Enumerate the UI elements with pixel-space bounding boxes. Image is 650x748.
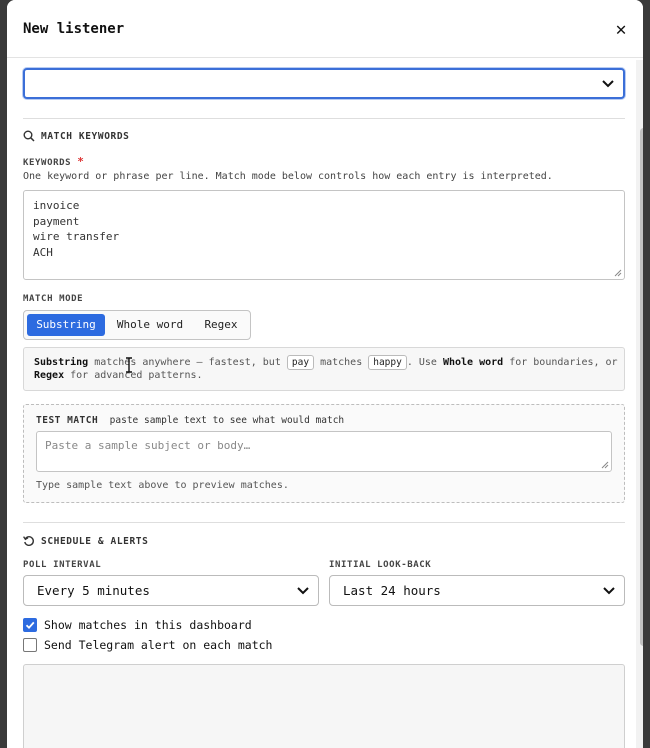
test-match-title: TEST MATCH paste sample text to see what…: [36, 415, 345, 426]
show-dashboard-checkbox[interactable]: [23, 618, 37, 632]
info-line-1: Substring matches anywhere — fastest, bu…: [34, 355, 618, 370]
match-mode-substring[interactable]: Substring: [27, 314, 105, 336]
close-icon[interactable]: ✕: [611, 20, 631, 40]
match-mode-segmented: Substring Whole word Regex: [23, 310, 251, 340]
test-match-hint: Type sample text above to preview matche…: [36, 480, 289, 491]
keyword-line: payment: [33, 214, 80, 228]
refresh-icon: [23, 536, 34, 546]
info-line-2: Regex for advanced patterns.: [34, 370, 203, 381]
chevron-down-icon: [297, 586, 309, 594]
keyword-line: wire transfer: [33, 230, 120, 243]
telegram-alert-label: Send Telegram alert on each match: [44, 638, 273, 652]
chevron-down-icon: [602, 79, 614, 87]
chevron-down-icon: [603, 586, 615, 594]
checkmark-icon: [25, 621, 35, 630]
test-match-input[interactable]: Paste a sample subject or body…: [36, 431, 612, 472]
poll-interval-value: Every 5 minutes: [37, 583, 150, 598]
initial-lookback-value: Last 24 hours: [343, 583, 441, 598]
initial-lookback-select[interactable]: Last 24 hours: [329, 575, 625, 606]
telegram-alert-checkbox[interactable]: [23, 638, 37, 652]
mailbox-select[interactable]: [23, 68, 625, 99]
resize-handle-icon[interactable]: [601, 461, 609, 469]
keywords-help: One keyword or phrase per line. Match mo…: [23, 171, 553, 182]
match-mode-info: Substring matches anywhere — fastest, bu…: [23, 347, 625, 391]
match-mode-regex[interactable]: Regex: [195, 314, 247, 336]
modal-header: New listener ✕: [7, 0, 643, 58]
poll-interval-label: POLL INTERVAL: [23, 560, 102, 570]
keyword-line: invoice: [33, 199, 80, 212]
show-dashboard-label: Show matches in this dashboard: [44, 618, 252, 632]
keywords-textarea[interactable]: invoice payment wire transfer ACH: [23, 190, 625, 280]
code-chip: pay: [286, 355, 315, 370]
divider: [23, 522, 625, 523]
test-match-panel: TEST MATCH paste sample text to see what…: [23, 404, 625, 503]
match-mode-whole-word[interactable]: Whole word: [109, 314, 191, 336]
code-chip: happy: [368, 355, 407, 370]
resize-handle-icon[interactable]: [614, 269, 622, 277]
new-listener-modal: New listener ✕ MAILBOX * MATCH KEYWORDS …: [7, 0, 643, 748]
modal-title: New listener: [23, 21, 125, 37]
scrollbar-thumb[interactable]: [640, 128, 643, 646]
bottom-panel: [23, 664, 625, 748]
match-mode-label: MATCH MODE: [23, 294, 84, 304]
divider: [23, 118, 625, 119]
keywords-label: KEYWORDS *: [23, 155, 85, 168]
keyword-line: ACH: [33, 245, 53, 259]
search-icon: [23, 130, 35, 142]
poll-interval-select[interactable]: Every 5 minutes: [23, 575, 319, 606]
initial-lookback-label: INITIAL LOOK-BACK: [329, 560, 432, 570]
test-match-placeholder: Paste a sample subject or body…: [45, 439, 251, 452]
text-cursor-icon: [126, 357, 132, 373]
